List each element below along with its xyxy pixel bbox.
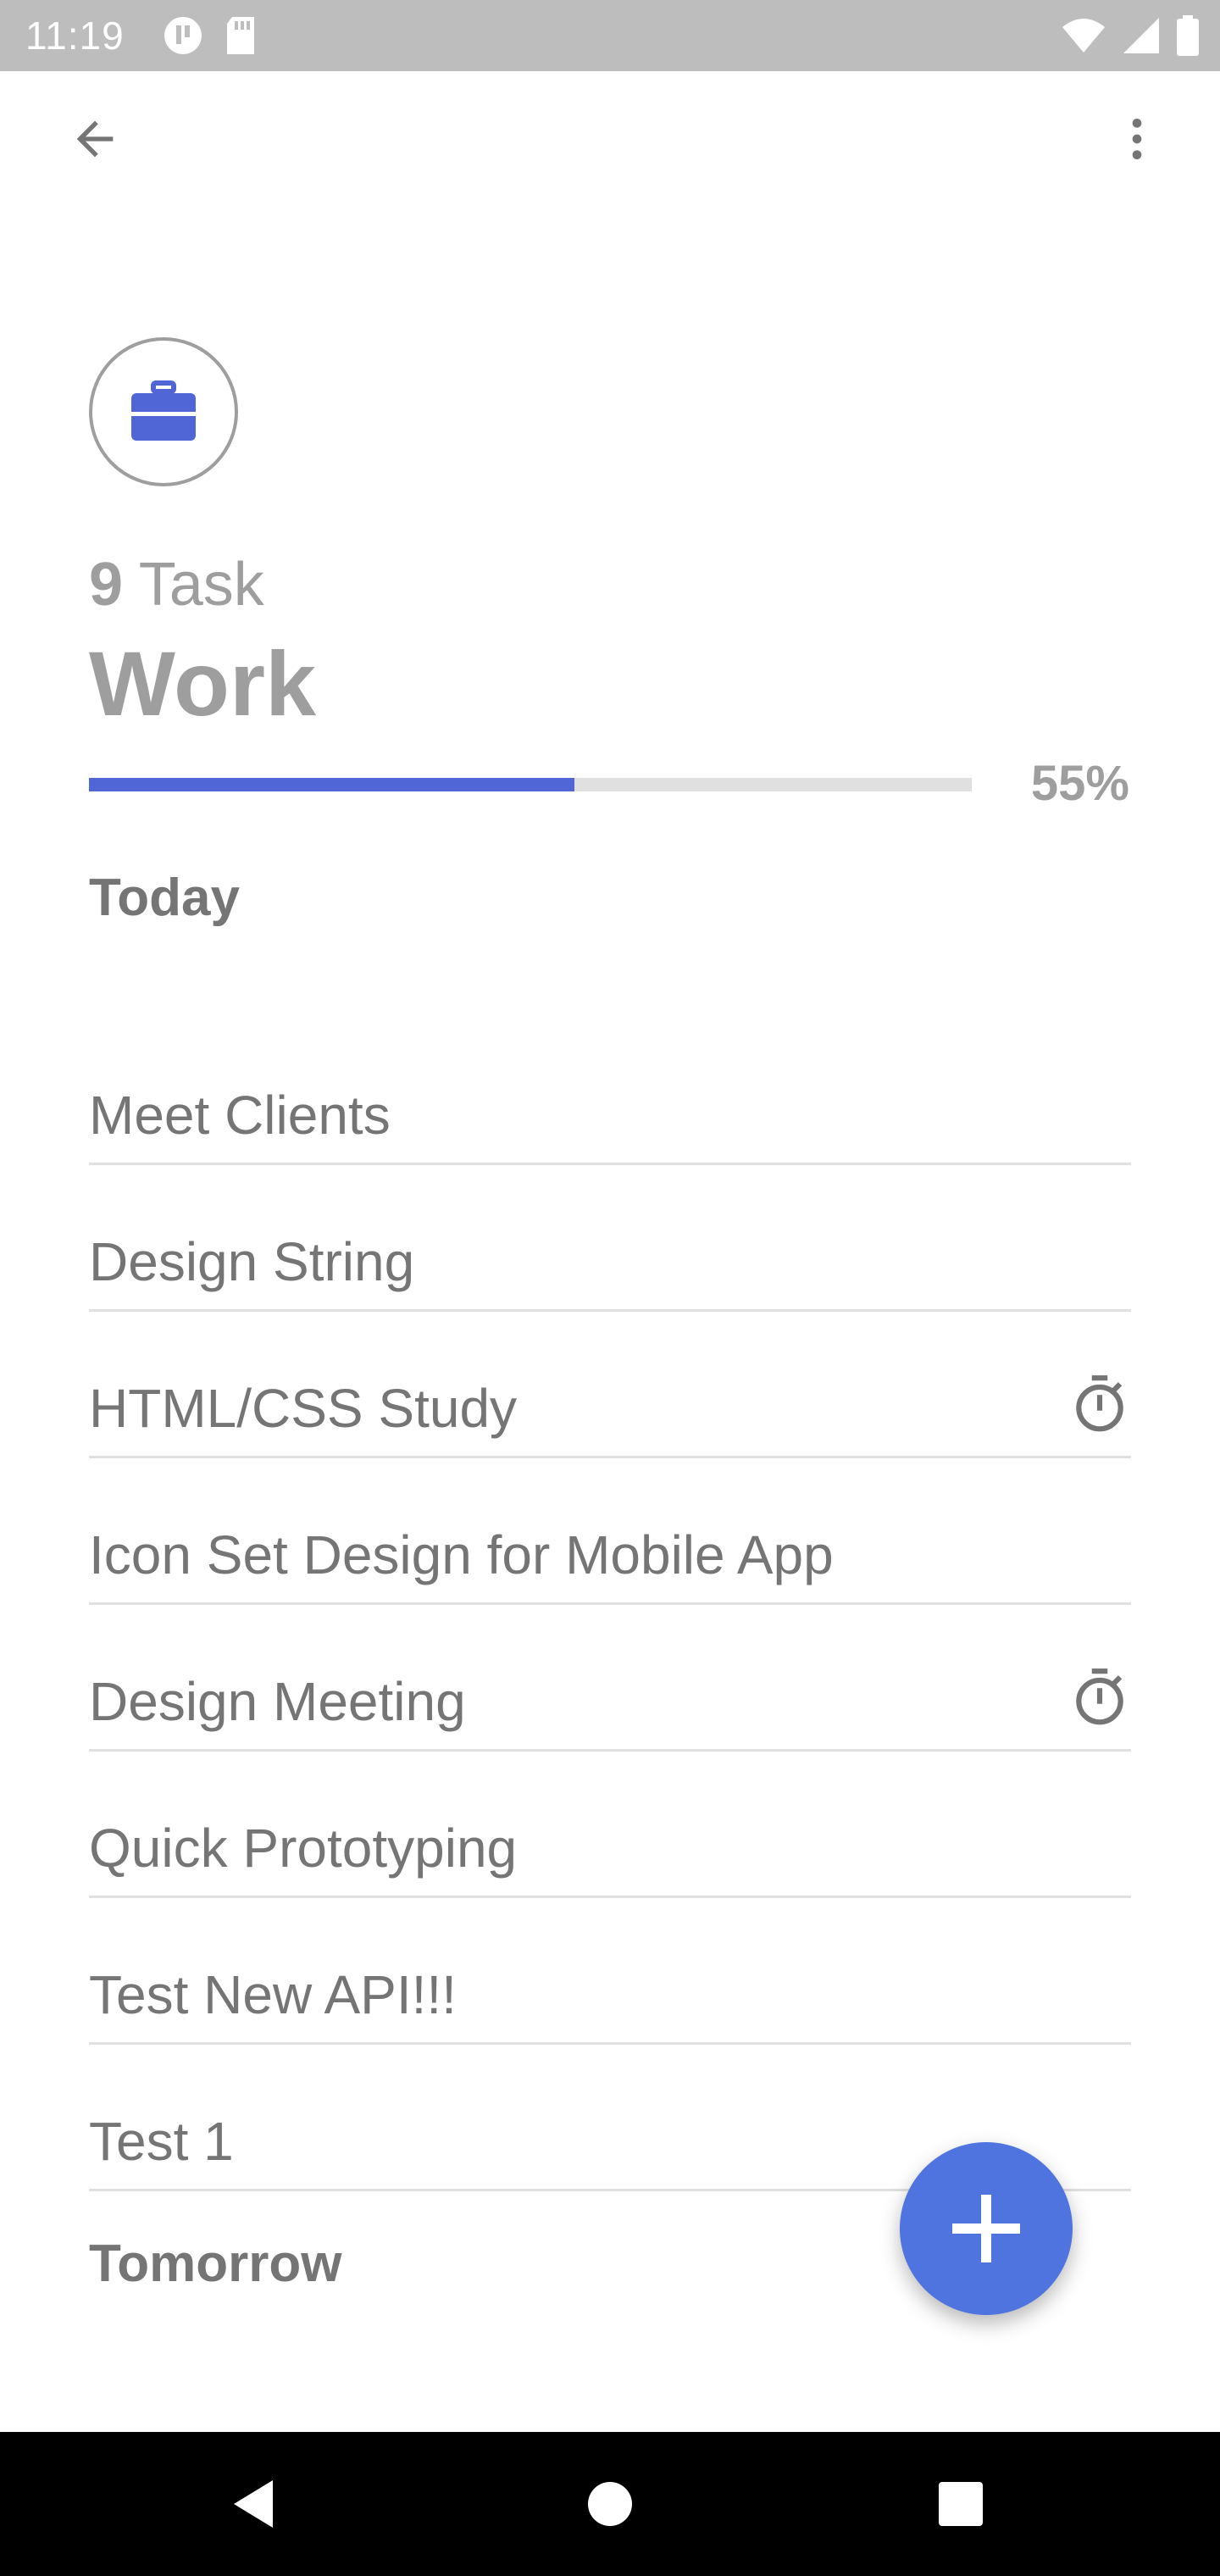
timer-icon[interactable] <box>1068 1666 1131 1729</box>
signal-icon <box>1123 18 1159 53</box>
status-bar: 11:19 <box>0 0 1220 71</box>
task-row[interactable]: Design String <box>89 1165 1131 1312</box>
task-row[interactable]: Test New API!!! <box>89 1898 1131 2045</box>
task-label: Design Meeting <box>89 1671 466 1732</box>
task-row[interactable]: Icon Set Design for Mobile App <box>89 1458 1131 1605</box>
system-nav-bar <box>0 2432 1220 2576</box>
app-bar <box>0 71 1220 190</box>
back-button[interactable] <box>58 102 132 176</box>
task-label: HTML/CSS Study <box>89 1378 518 1439</box>
status-time: 11:19 <box>25 14 125 58</box>
progress-bar <box>89 778 972 791</box>
section-header-tomorrow: Tomorrow <box>89 2235 342 2293</box>
battery-icon <box>1177 15 1199 56</box>
nav-home-button[interactable] <box>568 2466 652 2542</box>
plus-icon <box>952 2195 1020 2262</box>
progress-bar-fill <box>89 778 575 791</box>
task-label: Design String <box>89 1231 415 1292</box>
task-row[interactable]: Meet Clients <box>89 1019 1131 1165</box>
nav-recents-icon <box>939 2482 983 2526</box>
category-icon-circle <box>89 337 238 486</box>
nav-back-button[interactable] <box>212 2466 297 2542</box>
task-label: Icon Set Design for Mobile App <box>89 1524 834 1585</box>
status-left-icons <box>163 15 258 56</box>
task-count-word: Task <box>138 551 264 619</box>
notification-app-icon <box>164 17 202 54</box>
more-vert-icon <box>1132 119 1142 159</box>
task-count-number: 9 <box>89 551 124 619</box>
task-label: Meet Clients <box>89 1085 391 1146</box>
task-row[interactable]: HTML/CSS Study <box>89 1312 1131 1458</box>
section-header-today: Today <box>89 869 240 927</box>
progress-percent: 55% <box>1030 756 1129 811</box>
category-title: Work <box>89 632 317 735</box>
arrow-back-icon <box>76 120 114 158</box>
task-label: Test 1 <box>89 2111 234 2172</box>
task-label: Quick Prototyping <box>89 1818 518 1879</box>
task-label: Test New API!!! <box>89 1964 457 2025</box>
briefcase-icon <box>131 380 196 441</box>
add-task-button[interactable] <box>900 2142 1073 2315</box>
nav-home-icon <box>588 2482 632 2526</box>
status-right-icons <box>1061 15 1200 56</box>
task-row[interactable]: Design Meeting <box>89 1605 1131 1752</box>
more-options-button[interactable] <box>1100 102 1174 176</box>
timer-icon[interactable] <box>1068 1373 1131 1435</box>
nav-recents-button[interactable] <box>918 2466 1003 2542</box>
sd-card-icon <box>227 17 254 54</box>
task-row[interactable]: Quick Prototyping <box>89 1752 1131 1898</box>
wifi-icon <box>1062 19 1105 53</box>
nav-back-icon <box>234 2480 273 2528</box>
task-list: Meet Clients Design String HTML/CSS Study I… <box>89 1019 1131 2191</box>
task-count: 9 Task <box>89 549 264 620</box>
